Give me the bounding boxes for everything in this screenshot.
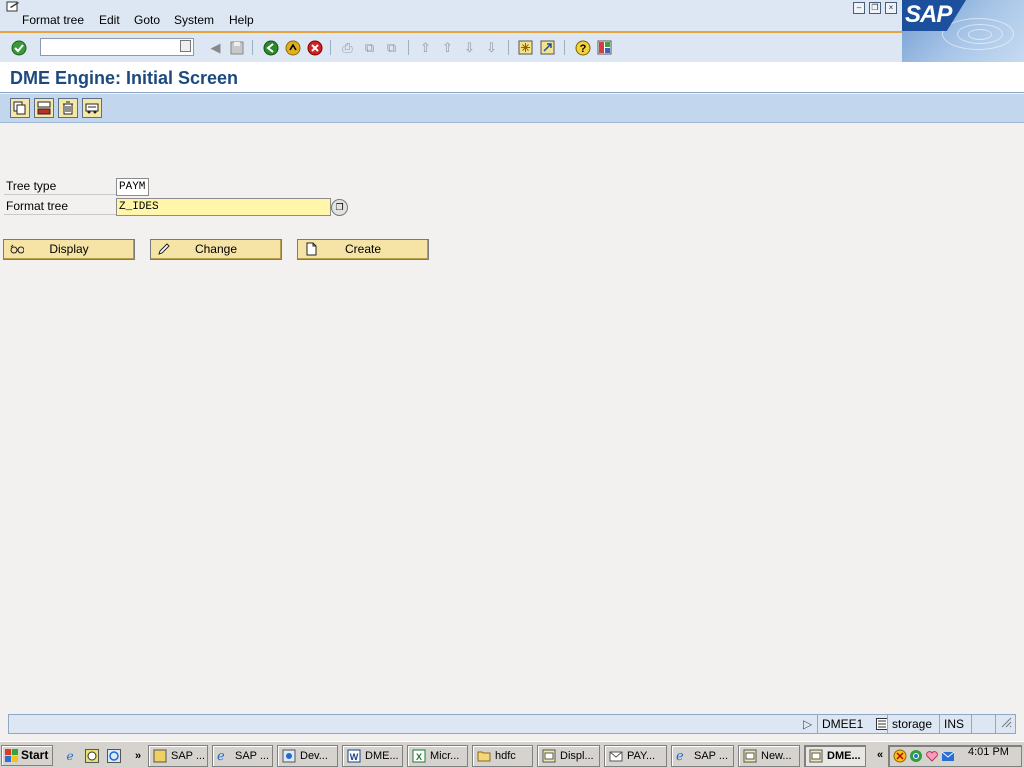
status-bar: ▷ DMEE1 storage INS — [8, 714, 1016, 734]
system-menu-icon[interactable] — [6, 1, 20, 12]
format-tree-label: Format tree — [4, 198, 116, 215]
word-icon: W — [347, 749, 361, 763]
display-button-label: Display — [49, 242, 89, 256]
menu-edit[interactable]: Edit — [99, 13, 120, 27]
excel-icon: X — [412, 749, 426, 763]
task-payment-mail[interactable]: PAY... — [604, 745, 667, 767]
value-help-icon[interactable]: ❐ — [331, 199, 348, 216]
enter-icon[interactable] — [10, 39, 27, 56]
delete-icon[interactable] — [58, 98, 78, 118]
new-document-icon — [306, 242, 317, 256]
application-toolbar — [0, 94, 1024, 123]
status-server: storage — [887, 715, 939, 733]
find-next-icon[interactable]: ⧉ — [383, 39, 400, 56]
sap-window-icon — [743, 749, 757, 763]
help-icon[interactable]: ? — [574, 39, 591, 56]
menu-system[interactable]: System — [174, 13, 214, 27]
task-hdfc-folder[interactable]: hdfc — [472, 745, 533, 767]
cancel-icon[interactable] — [306, 39, 323, 56]
first-page-icon[interactable]: ⇧ — [417, 39, 434, 56]
task-dme-active[interactable]: DME... — [804, 745, 866, 767]
transport-icon[interactable] — [82, 98, 102, 118]
resize-grip-icon[interactable] — [995, 715, 1015, 733]
svg-text:X: X — [416, 752, 422, 762]
envelope-icon — [609, 751, 623, 762]
task-new[interactable]: New... — [738, 745, 800, 767]
dev-window-icon — [282, 749, 296, 763]
command-field[interactable] — [40, 38, 194, 56]
menu-bar: Format tree Edit Goto System Help – ❐ × — [0, 0, 1024, 31]
menu-goto[interactable]: Goto — [134, 13, 160, 27]
collapse-icon[interactable]: ◀ — [207, 39, 224, 56]
create-button-label: Create — [344, 242, 382, 256]
tree-type-label: Tree type — [4, 178, 116, 195]
heart-icon[interactable] — [925, 749, 939, 763]
standard-toolbar: ◀ ⎙ ⧉ ⧉ ⇧ ⇧ ⇩ ⇩ ? — [0, 31, 902, 62]
internet-explorer-icon: ℯ — [676, 748, 684, 763]
status-transaction-code: DMEE1 — [822, 717, 864, 731]
start-button-label: Start — [21, 748, 49, 762]
back-icon[interactable] — [262, 39, 279, 56]
find-icon[interactable]: ⧉ — [361, 39, 378, 56]
task-sap-1[interactable]: SAP ... — [148, 745, 208, 767]
menu-help[interactable]: Help — [229, 13, 254, 27]
page-title: DME Engine: Initial Screen — [10, 68, 239, 88]
rename-icon[interactable] — [34, 98, 54, 118]
close-icon[interactable]: × — [885, 2, 897, 14]
chrome-icon[interactable] — [909, 749, 923, 763]
last-page-icon[interactable]: ⇩ — [483, 39, 500, 56]
minimize-icon[interactable]: – — [853, 2, 865, 14]
task-dme-word[interactable]: W DME... — [342, 745, 403, 767]
status-expand-icon[interactable]: ▷ — [799, 715, 819, 733]
sap-window-icon — [809, 749, 823, 763]
windows-logo-icon — [5, 749, 18, 762]
change-button[interactable]: Change — [150, 239, 282, 260]
status-mode: INS — [939, 715, 971, 733]
customize-layout-icon[interactable] — [596, 39, 613, 56]
exit-icon[interactable] — [284, 39, 301, 56]
task-sap-2[interactable]: ℯ SAP ... — [212, 745, 273, 767]
clock-app-icon[interactable] — [84, 748, 100, 764]
internet-explorer-icon[interactable]: ℯ — [62, 748, 78, 764]
start-button[interactable]: Start — [1, 745, 53, 766]
pencil-icon — [158, 243, 170, 255]
sap-logo: SAP — [902, 0, 1024, 62]
tray-expand[interactable]: « — [877, 749, 883, 761]
next-page-icon[interactable]: ⇩ — [461, 39, 478, 56]
save-icon[interactable] — [228, 39, 245, 56]
print-icon[interactable]: ⎙ — [339, 39, 356, 56]
create-button[interactable]: Create — [297, 239, 429, 260]
copy-icon[interactable] — [10, 98, 30, 118]
task-microsoft-excel[interactable]: X Micr... — [407, 745, 468, 767]
change-button-label: Change — [194, 242, 238, 256]
task-display[interactable]: Displ... — [537, 745, 600, 767]
previous-page-icon[interactable]: ⇧ — [439, 39, 456, 56]
tree-type-input[interactable]: PAYM — [116, 178, 149, 196]
internet-explorer-icon: ℯ — [217, 748, 225, 763]
sap-window-icon — [153, 749, 167, 763]
display-button[interactable]: Display — [3, 239, 135, 260]
task-sap-3[interactable]: ℯ SAP ... — [671, 745, 734, 767]
taskbar-clock: 4:01 PM — [968, 746, 1009, 758]
command-history-icon[interactable] — [180, 40, 191, 52]
shortcut-icon[interactable] — [539, 39, 556, 56]
restore-icon[interactable]: ❐ — [869, 2, 881, 14]
title-area: DME Engine: Initial Screen — [0, 62, 1024, 93]
windows-taskbar: Start ℯ » SAP ... ℯ SAP ... Dev... W DME… — [0, 741, 1024, 768]
refresh-app-icon[interactable] — [106, 748, 122, 764]
menu-format-tree[interactable]: Format tree — [22, 13, 84, 27]
quick-launch-overflow[interactable]: » — [130, 748, 146, 764]
folder-icon — [477, 751, 491, 762]
svg-text:?: ? — [579, 43, 586, 55]
sap-logo-text: SAP — [905, 1, 952, 28]
format-tree-input[interactable]: Z_IDES — [116, 198, 331, 216]
task-dev[interactable]: Dev... — [277, 745, 338, 767]
create-session-icon[interactable] — [517, 39, 534, 56]
svg-text:W: W — [350, 752, 359, 762]
mail-icon[interactable] — [941, 749, 955, 763]
sap-window-icon — [542, 749, 556, 763]
status-transaction: DMEE1 — [817, 715, 891, 733]
norton-icon[interactable] — [893, 749, 907, 763]
glasses-icon — [10, 244, 24, 254]
